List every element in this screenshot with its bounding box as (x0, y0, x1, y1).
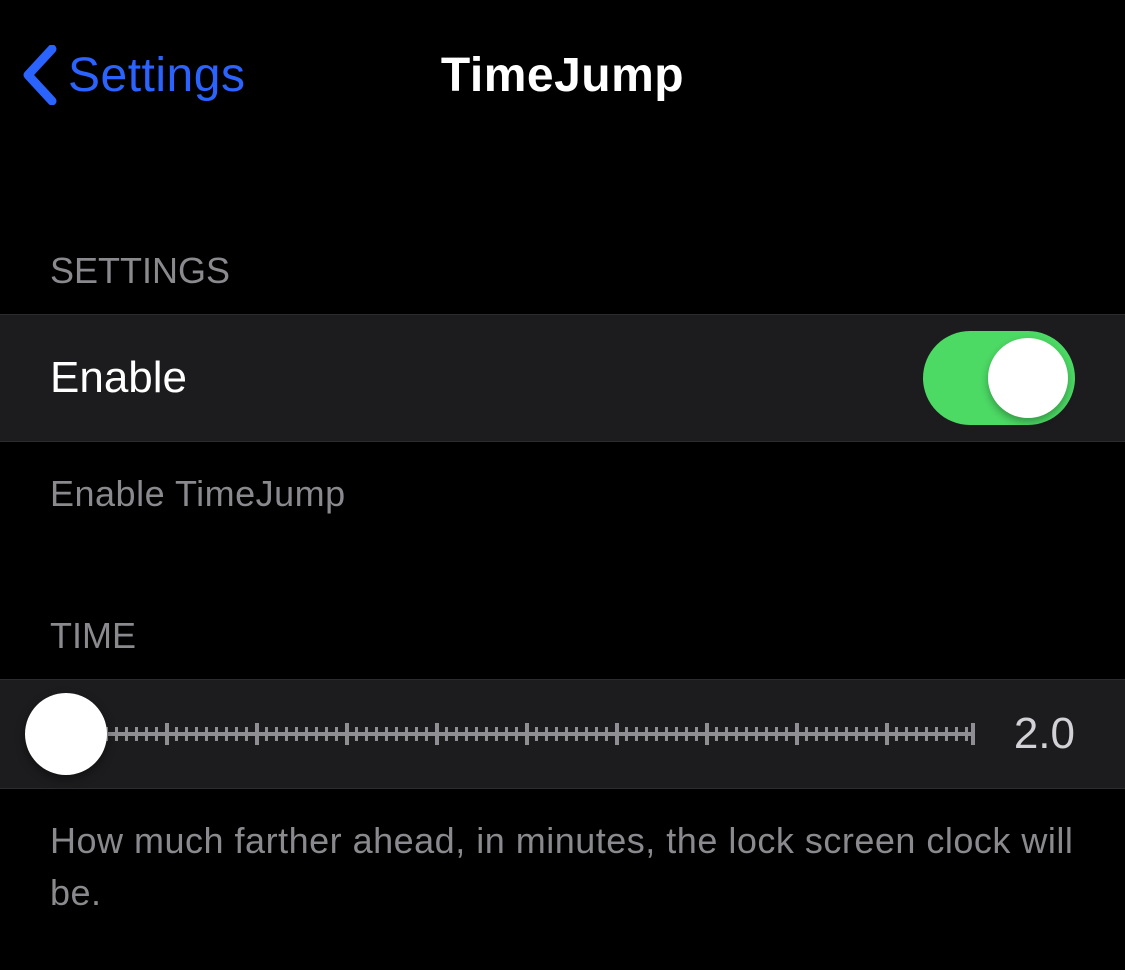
section-header-time: TIME (0, 530, 1125, 679)
section-footer-settings: Enable TimeJump (0, 442, 1125, 530)
chevron-left-icon (20, 45, 60, 105)
slider-thumb[interactable] (25, 693, 107, 775)
time-slider-row: 2.0 (0, 679, 1125, 789)
nav-bar: Settings TimeJump (0, 0, 1125, 150)
section-header-settings: SETTINGS (0, 150, 1125, 314)
slider-track-icon (75, 721, 975, 747)
slider-value: 2.0 (995, 709, 1075, 759)
enable-row[interactable]: Enable (0, 314, 1125, 442)
back-button[interactable]: Settings (20, 0, 245, 150)
toggle-knob (988, 338, 1068, 418)
enable-toggle[interactable] (923, 331, 1075, 425)
section-footer-time: How much farther ahead, in minutes, the … (0, 789, 1125, 929)
content: SETTINGS Enable Enable TimeJump TIME (0, 150, 1125, 930)
enable-label: Enable (50, 353, 923, 403)
back-label: Settings (68, 48, 245, 103)
page-title: TimeJump (441, 48, 684, 103)
time-slider[interactable] (25, 680, 961, 788)
